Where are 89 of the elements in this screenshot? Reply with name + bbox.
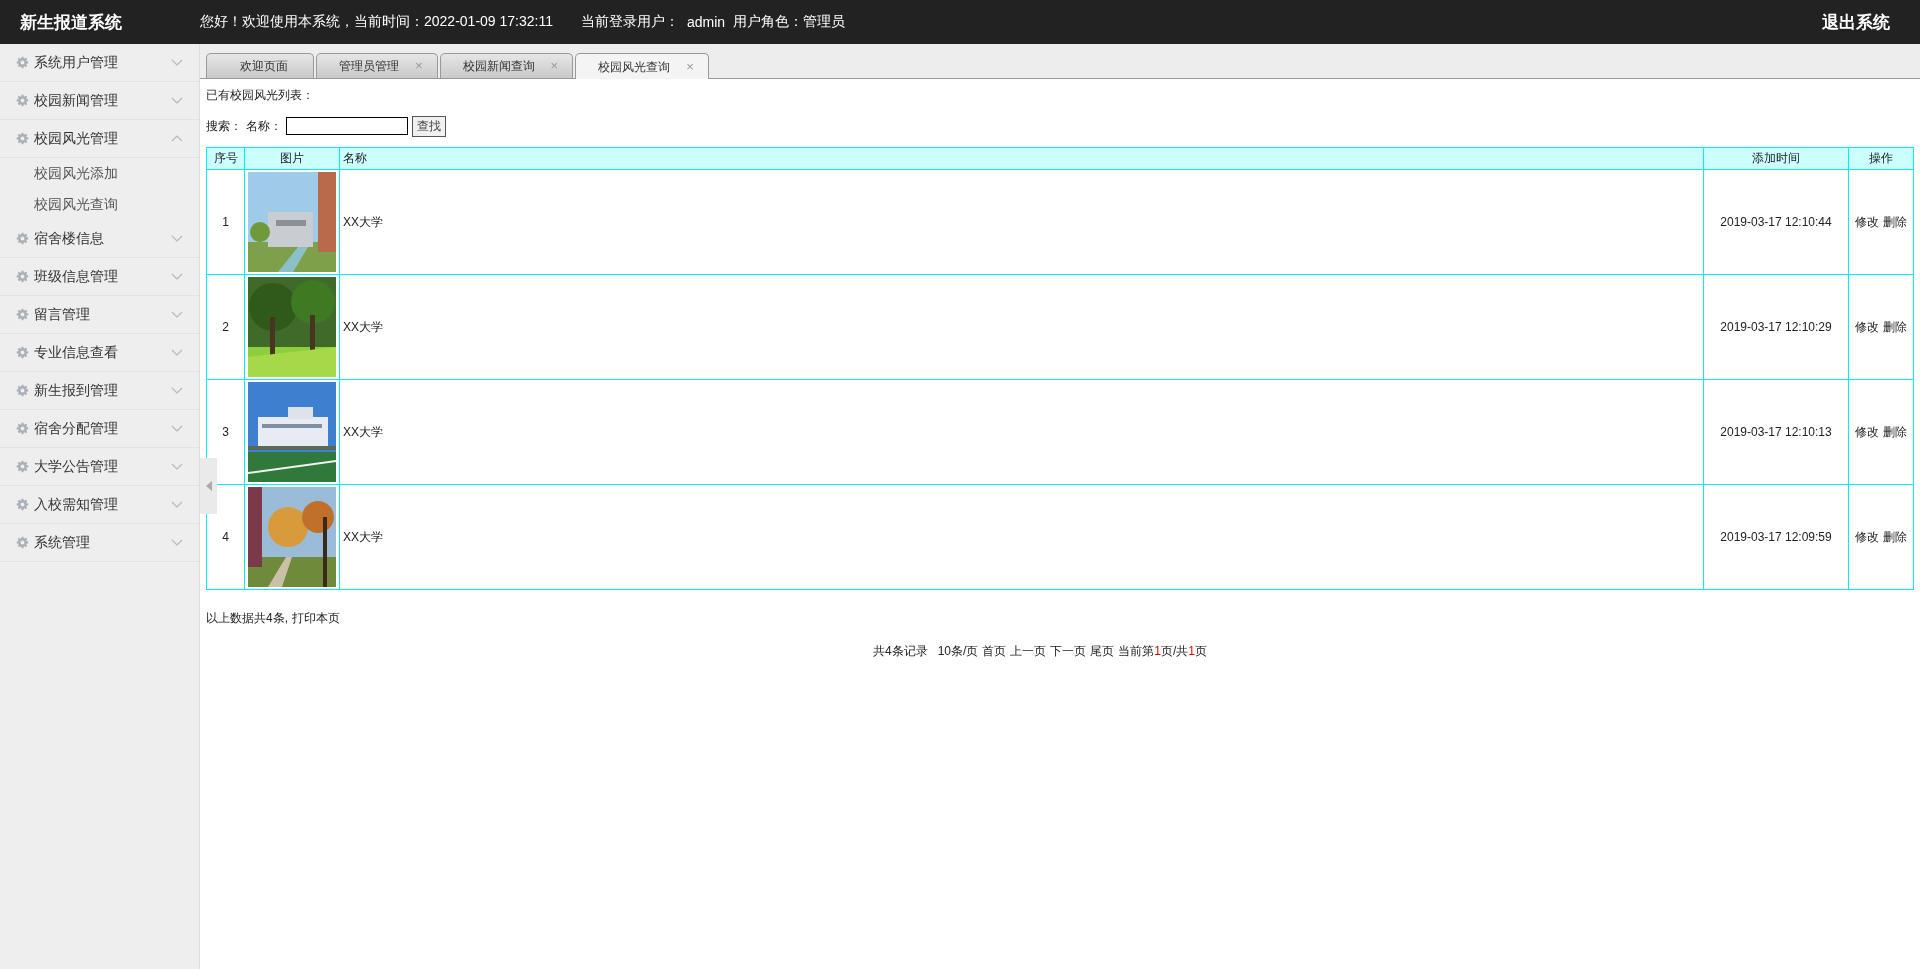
column-header: 名称 bbox=[339, 147, 1704, 170]
sidebar-item[interactable]: 入校需知管理 bbox=[0, 486, 199, 524]
gear-icon bbox=[16, 384, 29, 397]
chevron-down-icon bbox=[171, 463, 183, 470]
column-header: 操作 bbox=[1848, 147, 1914, 170]
table-cell: 4 bbox=[206, 484, 245, 590]
sidebar-item[interactable]: 专业信息查看 bbox=[0, 334, 199, 372]
table-cell: 2019-03-17 12:10:29 bbox=[1703, 274, 1849, 380]
gear-icon bbox=[16, 232, 29, 245]
sidebar-subitem[interactable]: 校园风光查询 bbox=[0, 189, 199, 220]
pager-link[interactable]: 首页 bbox=[982, 643, 1007, 660]
search-label: 搜索： bbox=[206, 117, 242, 135]
sidebar-item[interactable]: 系统用户管理 bbox=[0, 44, 199, 82]
tab[interactable]: 管理员管理 × bbox=[316, 53, 438, 78]
table-cell: XX大学 bbox=[339, 484, 1704, 590]
user-name: admin bbox=[686, 14, 726, 30]
action-link[interactable]: 修改 bbox=[1855, 213, 1879, 231]
chevron-down-icon bbox=[171, 501, 183, 508]
action-link[interactable]: 修改 bbox=[1855, 318, 1879, 336]
sidebar-item[interactable]: 校园风光管理 bbox=[0, 120, 199, 158]
tab[interactable]: 欢迎页面 bbox=[206, 53, 314, 78]
gear-icon bbox=[16, 422, 29, 435]
name-label: 名称： bbox=[246, 117, 282, 135]
action-link[interactable]: 删除 bbox=[1883, 318, 1907, 336]
column-header: 添加时间 bbox=[1703, 147, 1849, 170]
action-link[interactable]: 修改 bbox=[1855, 528, 1879, 546]
table-cell: 2019-03-17 12:10:13 bbox=[1703, 379, 1849, 485]
gear-icon bbox=[16, 270, 29, 283]
gear-icon bbox=[16, 56, 29, 69]
name-input[interactable] bbox=[286, 117, 408, 135]
table-cell: XX大学 bbox=[339, 274, 1704, 380]
table-cell: 2019-03-17 12:09:59 bbox=[1703, 484, 1849, 590]
gear-icon bbox=[16, 536, 29, 549]
sidebar-item[interactable]: 新生报到管理 bbox=[0, 372, 199, 410]
chevron-down-icon bbox=[171, 97, 183, 104]
chevron-down-icon bbox=[171, 311, 183, 318]
gear-icon bbox=[16, 460, 29, 473]
gear-icon bbox=[16, 132, 29, 145]
sidebar-item[interactable]: 留言管理 bbox=[0, 296, 199, 334]
system-title: 新生报道系统 bbox=[19, 11, 123, 34]
chevron-down-icon bbox=[171, 425, 183, 432]
chevron-up-icon bbox=[171, 135, 183, 142]
pager-link[interactable]: 下一页 bbox=[1050, 643, 1087, 660]
page-position: 当前第1页/共1页 bbox=[1118, 643, 1208, 660]
user-label: 当前登录用户： bbox=[580, 13, 679, 31]
page-size: 10条/页 bbox=[937, 643, 979, 660]
action-link[interactable]: 删除 bbox=[1883, 213, 1907, 231]
chevron-down-icon bbox=[171, 273, 183, 280]
table-cell: 1 bbox=[206, 169, 245, 275]
sidebar-item[interactable]: 系统管理 bbox=[0, 524, 199, 562]
action-link[interactable]: 修改 bbox=[1855, 423, 1879, 441]
sidebar-item[interactable]: 宿舍分配管理 bbox=[0, 410, 199, 448]
table-cell: 2 bbox=[206, 274, 245, 380]
sidebar-item[interactable]: 宿舍楼信息 bbox=[0, 220, 199, 258]
sidebar-item[interactable]: 大学公告管理 bbox=[0, 448, 199, 486]
search-button[interactable]: 查找 bbox=[412, 115, 446, 137]
list-title: 已有校园风光列表： bbox=[206, 87, 315, 104]
gear-icon bbox=[16, 308, 29, 321]
tab[interactable]: 校园风光查询 × bbox=[575, 53, 709, 79]
gear-icon bbox=[16, 346, 29, 359]
action-link[interactable]: 删除 bbox=[1883, 423, 1907, 441]
summary-text: 以上数据共4条, bbox=[206, 610, 288, 627]
collapse-handle[interactable] bbox=[200, 458, 217, 514]
chevron-down-icon bbox=[171, 387, 183, 394]
table-cell: XX大学 bbox=[339, 379, 1704, 485]
logout-link[interactable]: 退出系统 bbox=[1822, 10, 1890, 34]
table-cell: XX大学 bbox=[339, 169, 1704, 275]
sidebar-item[interactable]: 校园新闻管理 bbox=[0, 82, 199, 120]
user-role: 用户角色：管理员 bbox=[733, 13, 846, 31]
welcome-text: 您好！欢迎使用本系统，当前时间：2022-01-09 17:32:11 bbox=[200, 13, 553, 31]
table-cell: 2019-03-17 12:10:44 bbox=[1703, 169, 1849, 275]
chevron-down-icon bbox=[171, 235, 183, 242]
print-link[interactable]: 打印本页 bbox=[292, 610, 340, 627]
sidebar-item[interactable]: 班级信息管理 bbox=[0, 258, 199, 296]
gear-icon bbox=[16, 94, 29, 107]
pager-link[interactable]: 尾页 bbox=[1090, 643, 1115, 660]
chevron-down-icon bbox=[171, 59, 183, 66]
sidebar-subitem[interactable]: 校园风光添加 bbox=[0, 158, 199, 189]
pager-link[interactable]: 上一页 bbox=[1010, 643, 1047, 660]
chevron-down-icon bbox=[171, 349, 183, 356]
table-cell: 3 bbox=[206, 379, 245, 485]
column-header: 图片 bbox=[244, 147, 340, 170]
triangle-left-icon bbox=[205, 481, 212, 491]
tab[interactable]: 校园新闻查询 × bbox=[439, 53, 574, 78]
column-header: 序号 bbox=[206, 147, 245, 170]
gear-icon bbox=[16, 498, 29, 511]
action-link[interactable]: 删除 bbox=[1883, 528, 1907, 546]
record-count: 共4条记录 bbox=[872, 643, 928, 660]
chevron-down-icon bbox=[171, 539, 183, 546]
